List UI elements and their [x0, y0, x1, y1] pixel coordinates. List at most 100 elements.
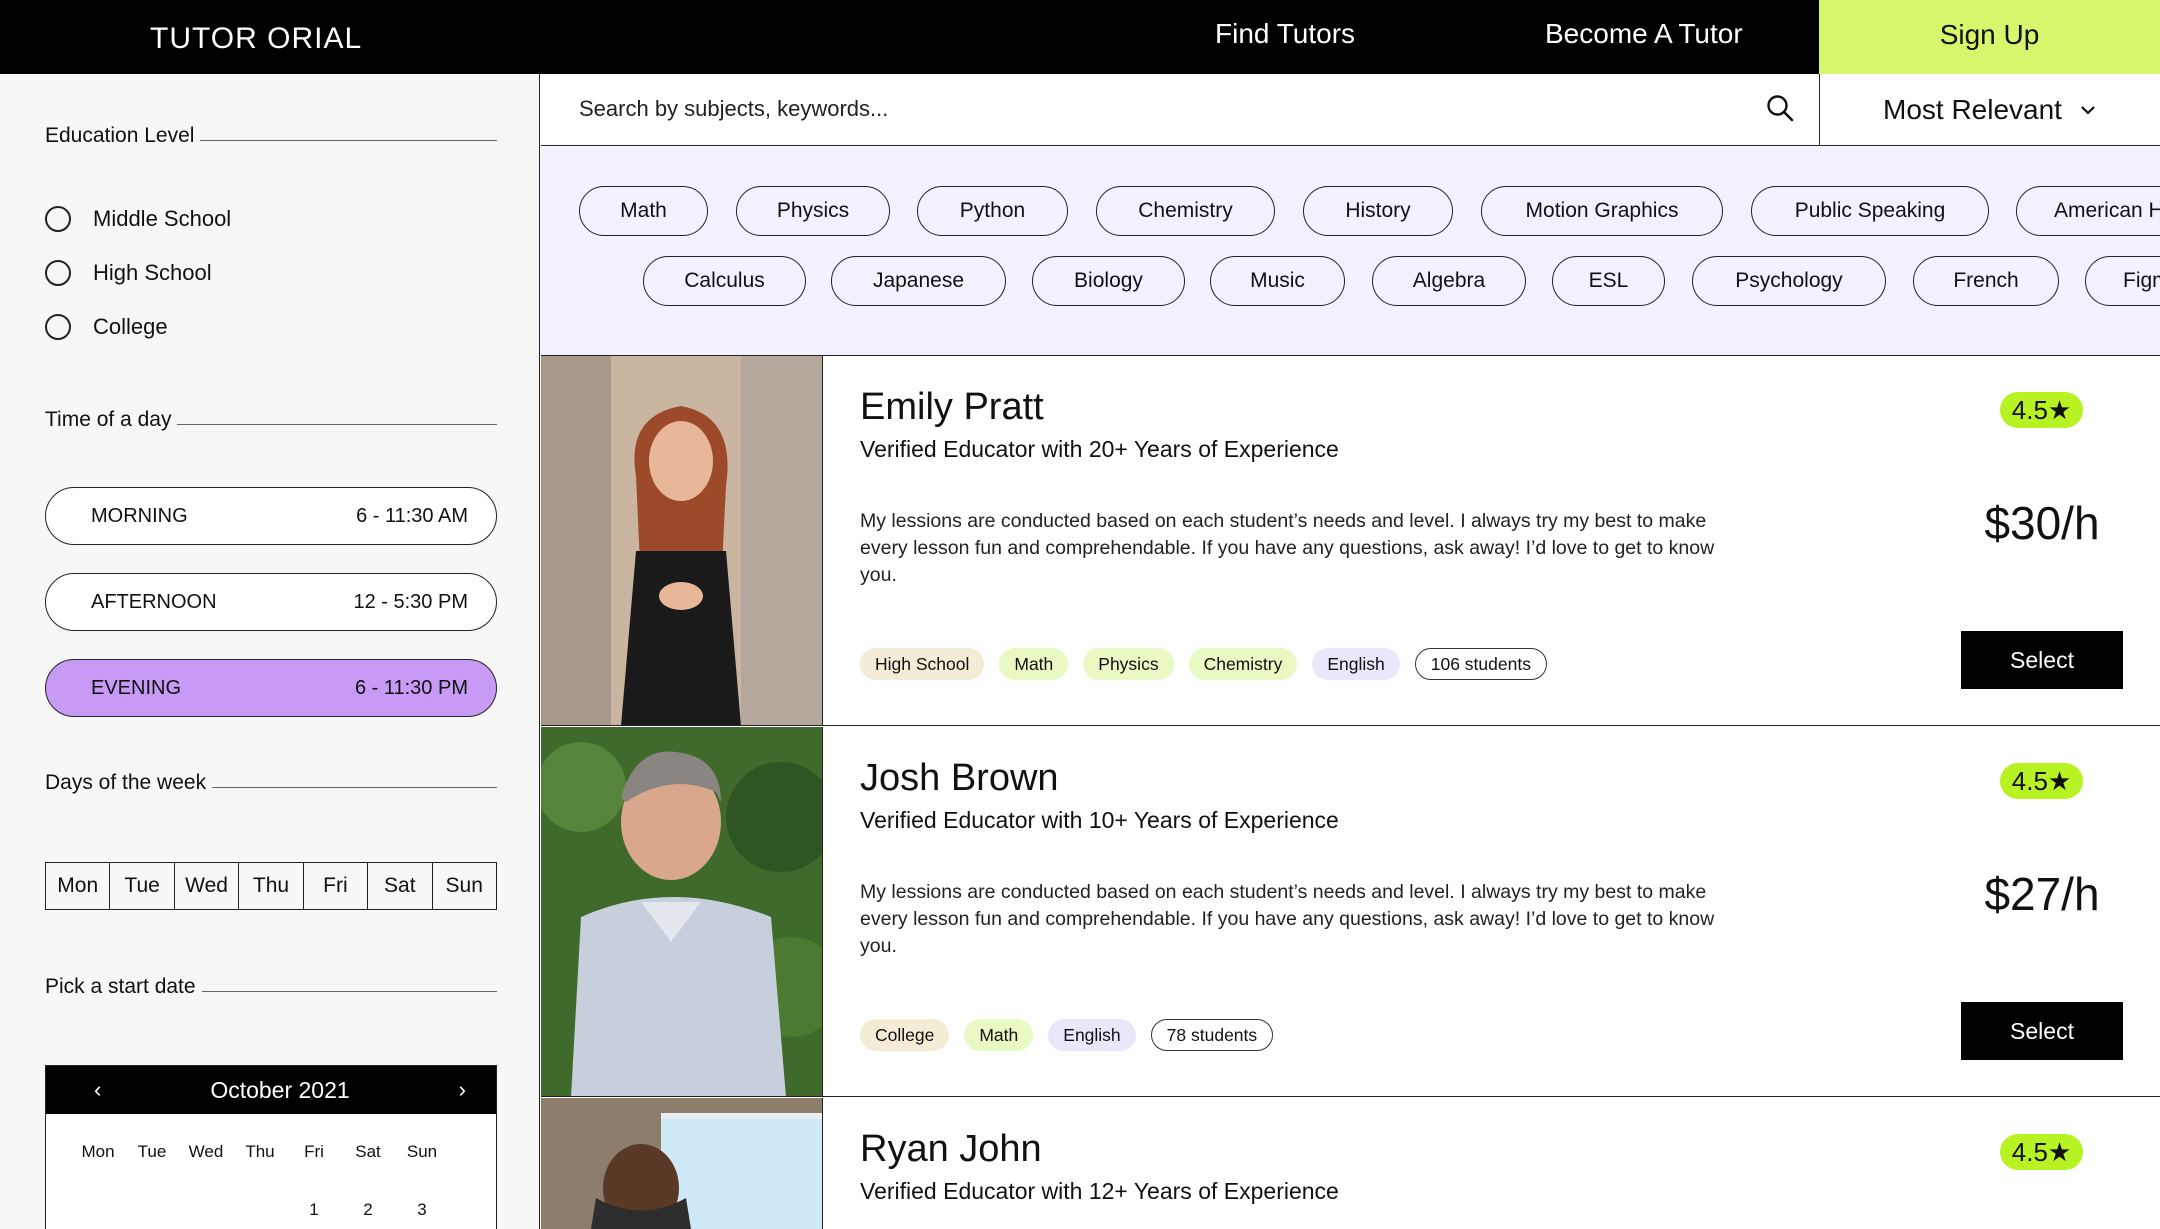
tutor-name[interactable]: Josh Brown [860, 757, 1059, 800]
time-slot-range: 12 - 5:30 PM [353, 590, 468, 613]
day-sun[interactable]: Sun [433, 863, 496, 909]
tutor-subtitle: Verified Educator with 20+ Years of Expe… [860, 436, 1339, 462]
chip-chemistry[interactable]: Chemistry [1096, 186, 1275, 236]
calendar-date [125, 1200, 179, 1220]
time-slot-range: 6 - 11:30 AM [356, 504, 468, 527]
time-slot-evening[interactable]: EVENING 6 - 11:30 PM [45, 659, 497, 717]
calendar-date[interactable]: 3 [395, 1200, 449, 1220]
radio-middle-school[interactable]: Middle School [45, 206, 231, 232]
chip-history[interactable]: History [1303, 186, 1453, 236]
radio-label: College [93, 314, 168, 339]
select-button[interactable]: Select [1961, 631, 2123, 689]
tag-subject: Physics [1083, 648, 1174, 680]
nav-become-a-tutor[interactable]: Become A Tutor [1545, 18, 1743, 50]
search-icon[interactable] [1765, 93, 1795, 123]
chip-python[interactable]: Python [917, 186, 1068, 236]
weekday-label: Sat [355, 1142, 381, 1161]
chip-biology[interactable]: Biology [1032, 256, 1185, 306]
tutor-photo [541, 1098, 823, 1229]
day-thu[interactable]: Thu [239, 863, 304, 909]
tag-level: College [860, 1019, 950, 1051]
chip-american-history[interactable]: American H [2016, 186, 2160, 236]
chevron-right-icon[interactable]: › [459, 1077, 466, 1103]
sort-label: Most Relevant [1883, 93, 2062, 125]
calendar-weekday-row: Mon Tue Wed Thu Fri Sat Sun [46, 1114, 496, 1162]
chip-calculus[interactable]: Calculus [643, 256, 806, 306]
weekday-label: Fri [304, 1142, 324, 1161]
select-button[interactable]: Select [1961, 1002, 2123, 1060]
days-of-week-heading: Days of the week [45, 771, 497, 795]
chip-public-speaking[interactable]: Public Speaking [1751, 186, 1989, 236]
time-slot-name: MORNING [91, 504, 188, 527]
day-tue[interactable]: Tue [110, 863, 175, 909]
radio-circle-icon[interactable] [45, 206, 71, 232]
day-sat[interactable]: Sat [368, 863, 433, 909]
tutor-description: My lessions are conducted based on each … [860, 881, 1715, 957]
days-of-week-selector: Mon Tue Wed Thu Fri Sat Sun [45, 862, 497, 910]
radio-circle-icon[interactable] [45, 260, 71, 286]
calendar-month: October 2021 [210, 1076, 350, 1103]
tutor-price: $30/h [1984, 497, 2100, 549]
chip-music[interactable]: Music [1210, 256, 1345, 306]
tutor-tags: College Math English 78 students [860, 1019, 1274, 1051]
tutor-name[interactable]: Ryan John [860, 1128, 1042, 1171]
tutor-tags: High School Math Physics Chemistry Engli… [860, 648, 1547, 680]
day-mon[interactable]: Mon [46, 863, 111, 909]
radio-college[interactable]: College [45, 314, 168, 340]
tutor-subtitle: Verified Educator with 12+ Years of Expe… [860, 1178, 1339, 1204]
tag-subject: Math [964, 1019, 1034, 1051]
chip-algebra[interactable]: Algebra [1372, 256, 1526, 306]
top-navigation-bar: TUTOR ORIAL Find Tutors Become A Tutor S… [0, 0, 2160, 74]
radio-label: Middle School [93, 206, 232, 231]
chip-motion-graphics[interactable]: Motion Graphics [1481, 186, 1723, 236]
calendar-header: ‹ October 2021 › [46, 1066, 496, 1114]
tag-subject: Chemistry [1188, 648, 1298, 680]
radio-label: High School [93, 260, 212, 285]
calendar-date [71, 1200, 125, 1220]
tag-subject: English [1048, 1019, 1136, 1051]
sign-up-button[interactable]: Sign Up [1819, 0, 2160, 74]
day-wed[interactable]: Wed [175, 863, 240, 909]
rating-badge: 4.5★ [2000, 392, 2083, 428]
calendar: ‹ October 2021 › Mon Tue Wed Thu Fri Sat… [45, 1065, 497, 1229]
chip-math[interactable]: Math [579, 186, 708, 236]
divider [200, 139, 497, 141]
calendar-date [179, 1200, 233, 1220]
radio-circle-icon[interactable] [45, 314, 71, 340]
tutor-photo-image [541, 1098, 822, 1229]
tutor-photo-image [541, 356, 822, 725]
chip-physics[interactable]: Physics [736, 186, 890, 236]
tutor-photo [541, 356, 823, 725]
weekday-label: Mon [81, 1142, 115, 1161]
time-slot-afternoon[interactable]: AFTERNOON 12 - 5:30 PM [45, 573, 497, 631]
chip-psychology[interactable]: Psychology [1692, 256, 1886, 306]
rating-badge: 4.5★ [2000, 763, 2083, 799]
student-count: 106 students [1414, 648, 1547, 680]
chip-japanese[interactable]: Japanese [831, 256, 1006, 306]
filter-sidebar: Education Level Middle School High Schoo… [0, 74, 540, 1229]
chevron-down-icon [2081, 105, 2095, 115]
day-fri[interactable]: Fri [304, 863, 369, 909]
sort-dropdown[interactable]: Most Relevant [1819, 74, 2160, 146]
tag-subject: Math [999, 648, 1069, 680]
divider [201, 990, 497, 992]
chip-french[interactable]: French [1913, 256, 2059, 306]
tutor-photo [541, 727, 823, 1096]
calendar-date[interactable]: 2 [341, 1200, 395, 1220]
weekday-label: Sun [406, 1142, 438, 1161]
calendar-date[interactable]: 1 [287, 1200, 341, 1220]
search-input[interactable]: Search by subjects, keywords... [579, 96, 888, 122]
tutor-card[interactable]: Josh Brown Verified Educator with 10+ Ye… [541, 727, 2160, 1097]
time-slot-morning[interactable]: MORNING 6 - 11:30 AM [45, 487, 497, 545]
chevron-left-icon[interactable]: ‹ [94, 1077, 101, 1103]
search-bar[interactable]: Search by subjects, keywords... [541, 74, 1819, 146]
logo[interactable]: TUTOR ORIAL [150, 22, 362, 56]
tutor-name[interactable]: Emily Pratt [860, 386, 1044, 429]
nav-find-tutors[interactable]: Find Tutors [1215, 18, 1355, 50]
chip-esl[interactable]: ESL [1552, 256, 1665, 306]
tutor-card[interactable]: Ryan John Verified Educator with 12+ Yea… [541, 1098, 2160, 1229]
tutor-card[interactable]: Emily Pratt Verified Educator with 20+ Y… [541, 356, 2160, 726]
radio-high-school[interactable]: High School [45, 260, 212, 286]
chip-figma[interactable]: Figm [2085, 256, 2160, 306]
tutor-price: $27/h [1984, 868, 2100, 920]
